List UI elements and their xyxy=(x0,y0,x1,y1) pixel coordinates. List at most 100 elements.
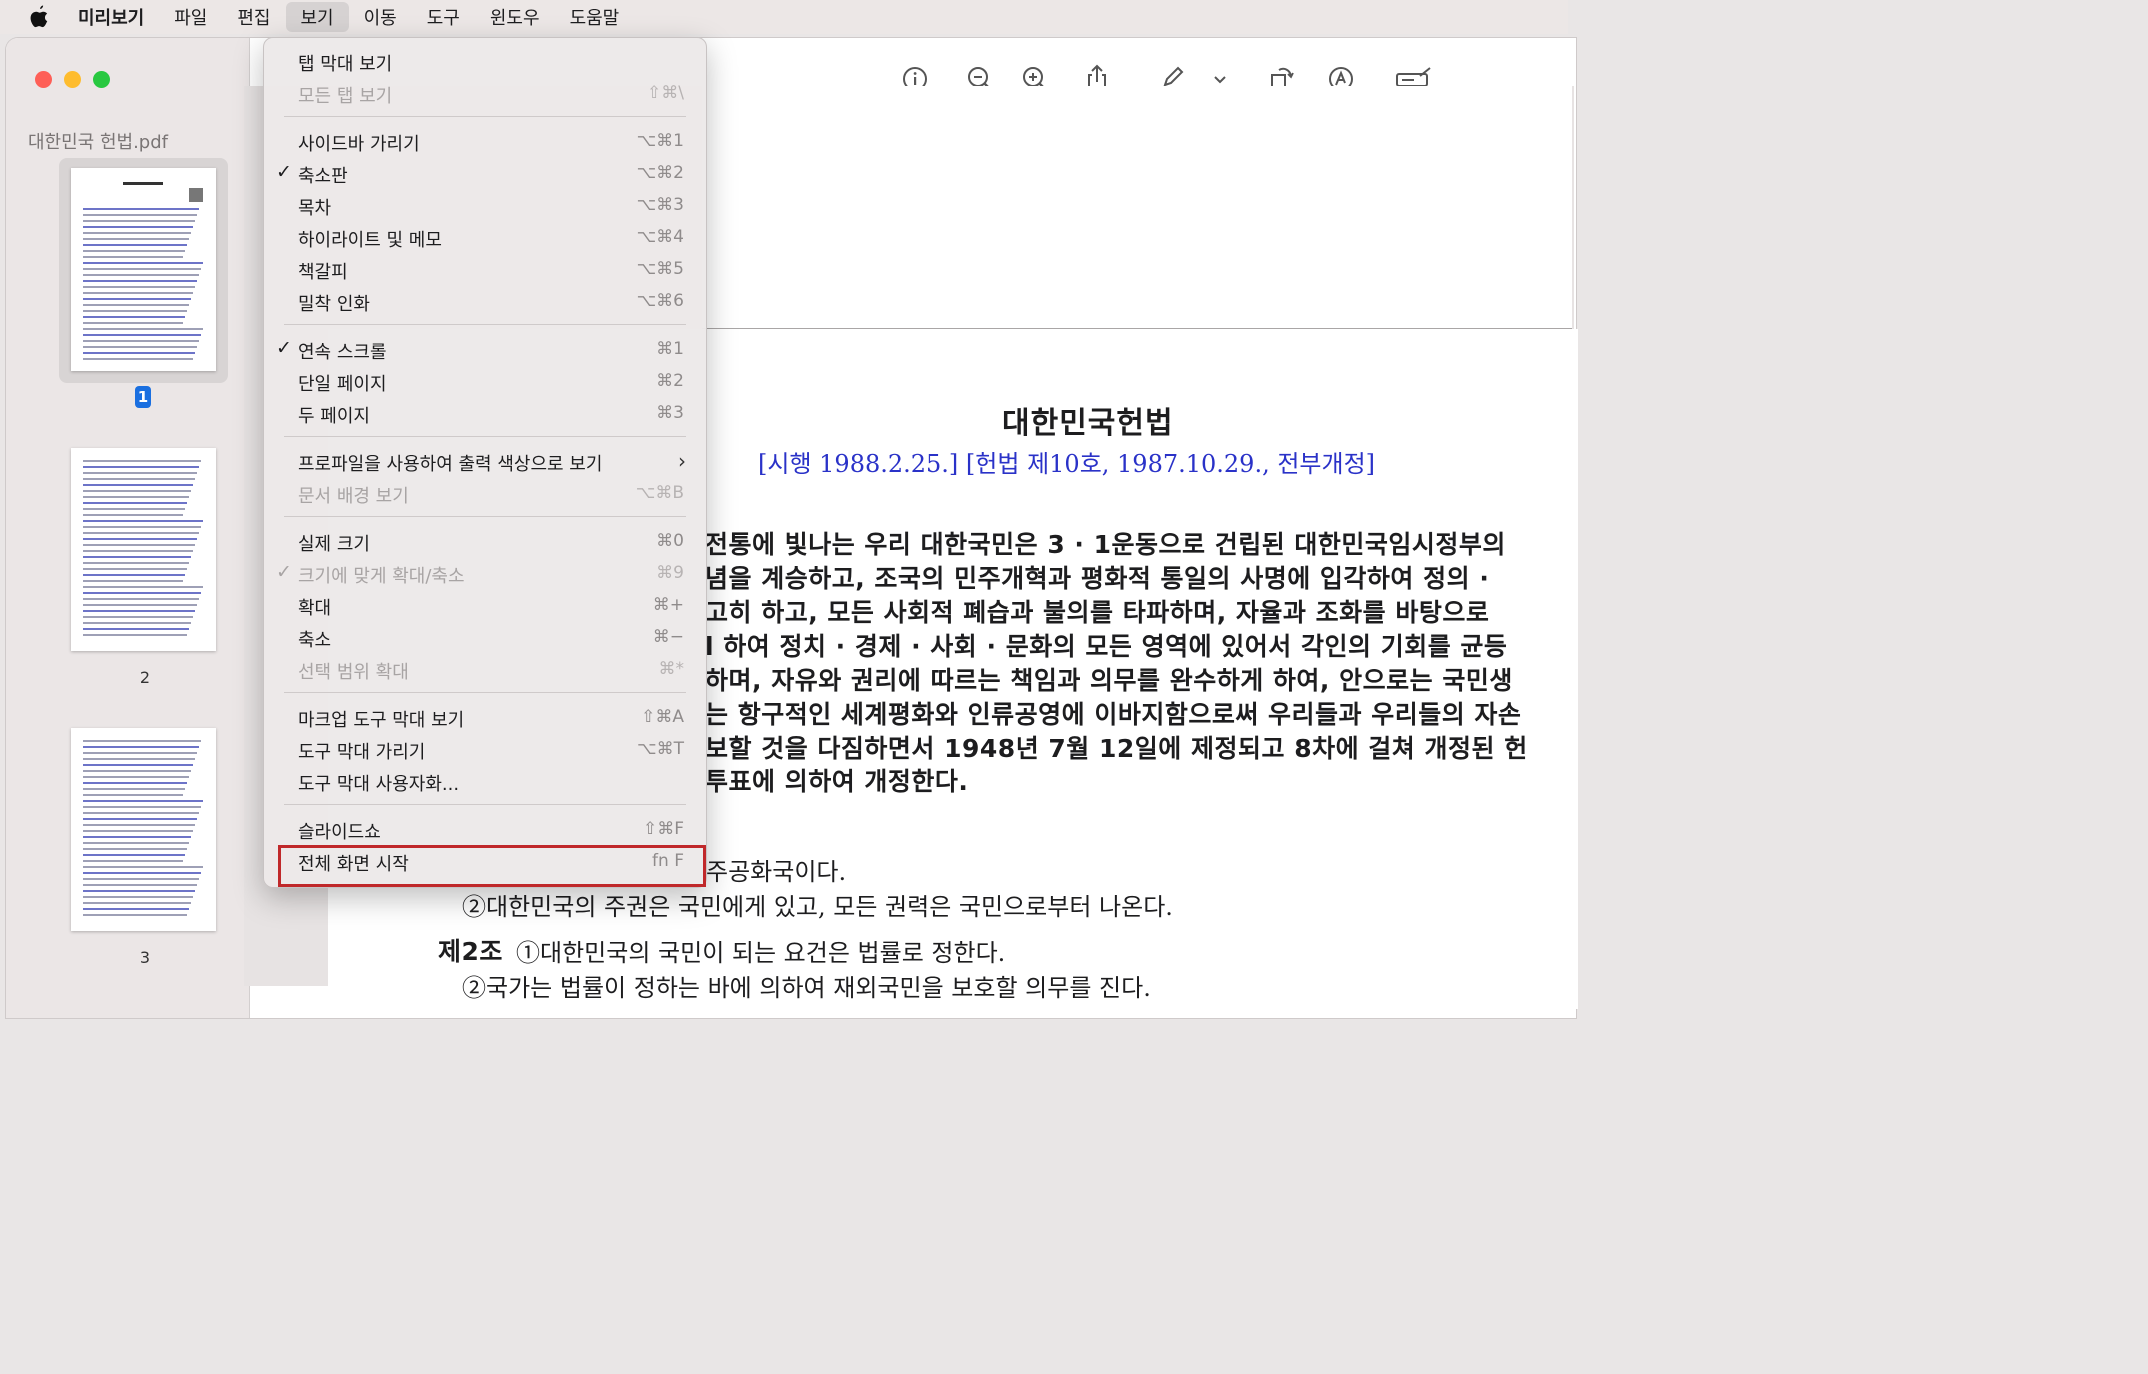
thumbnail-text-line xyxy=(83,346,197,348)
menu-item-zoom-out[interactable]: 축소 ⌘− xyxy=(264,622,706,654)
menu-item-zoom-to-selection: 선택 범위 확대 ⌘* xyxy=(264,654,706,686)
menu-item-customize-toolbar[interactable]: 도구 막대 사용자화... xyxy=(264,766,706,798)
zoom-window-button[interactable] xyxy=(93,71,110,88)
thumbnail-text-line xyxy=(83,316,185,318)
thumbnail-text-line xyxy=(83,818,197,820)
menu-separator xyxy=(284,804,686,805)
thumbnail-text-line xyxy=(83,890,195,892)
apple-icon[interactable] xyxy=(28,4,50,30)
thumbnail-text-line xyxy=(83,824,195,826)
page-thumbnail-3[interactable] xyxy=(71,728,216,931)
menu-item-bookmarks[interactable]: 책갈피 ⌥⌘5 xyxy=(264,254,706,286)
menu-item-show-markup-toolbar[interactable]: 마크업 도구 막대 보기 ⇧⌘A xyxy=(264,702,706,734)
menu-item-highlights-and-notes[interactable]: 하이라이트 및 메모 ⌥⌘4 xyxy=(264,222,706,254)
checkmark-icon: ✓ xyxy=(276,561,292,583)
thumbnail-text-line xyxy=(83,878,199,880)
thumbnail-text-line xyxy=(83,472,197,474)
menu-file[interactable]: 파일 xyxy=(159,0,222,34)
thumbnail-text-line xyxy=(83,866,203,868)
menu-item-label: 하이라이트 및 메모 xyxy=(298,230,442,251)
thumbnail-text-line xyxy=(83,268,201,270)
menu-item-shortcut: ⌥⌘2 xyxy=(636,163,684,183)
menu-view[interactable]: 보기 xyxy=(285,2,349,32)
article-2-label: 제2조 xyxy=(438,937,503,966)
thumbnail-text-line xyxy=(83,740,201,742)
menu-separator xyxy=(284,116,686,117)
menu-separator xyxy=(284,436,686,437)
menu-separator xyxy=(284,692,686,693)
minimize-window-button[interactable] xyxy=(64,71,81,88)
menu-item-hide-toolbar[interactable]: 도구 막대 가리기 ⌥⌘T xyxy=(264,734,706,766)
menu-item-label: 두 페이지 xyxy=(298,406,370,427)
thumbnail-text-line xyxy=(83,902,191,904)
menu-item-hide-sidebar[interactable]: 사이드바 가리기 ⌥⌘1 xyxy=(264,126,706,158)
menu-preview[interactable]: 미리보기 xyxy=(74,0,159,34)
preamble-line: 전통에 빛나는 우리 대한국민은 3 · 1운동으로 건립된 대한민국임시정부의 xyxy=(705,530,1506,559)
menu-item-shortcut: ⇧⌘F xyxy=(642,819,684,839)
menu-item-thumbnails[interactable]: ✓ 축소판 ⌥⌘2 xyxy=(264,158,706,190)
menu-item-label: 단일 페이지 xyxy=(298,374,387,395)
document-title: 대한민국 헌법.pdf xyxy=(28,132,168,153)
page-number-1: 1 xyxy=(135,386,151,408)
menu-item-show-tab-bar[interactable]: 탭 막대 보기 xyxy=(264,46,706,78)
menu-item-shortcut: ⌥⌘5 xyxy=(636,259,684,279)
article-2-clause-1: ①대한민국의 국민이 되는 요건은 법률로 정한다. xyxy=(516,939,1006,967)
menu-item-two-pages[interactable]: 두 페이지 ⌘3 xyxy=(264,398,706,430)
thumbnail-text-line xyxy=(83,908,189,910)
menu-item-table-of-contents[interactable]: 목차 ⌥⌘3 xyxy=(264,190,706,222)
menu-item-zoom-in[interactable]: 확대 ⌘+ xyxy=(264,590,706,622)
menu-window[interactable]: 윈도우 xyxy=(475,0,555,34)
menu-item-label: 슬라이드쇼 xyxy=(298,822,381,843)
page-number-2: 2 xyxy=(139,668,151,687)
page-number-3: 3 xyxy=(139,948,151,967)
menu-item-label: 도구 막대 사용자화... xyxy=(298,774,460,795)
menu-item-shortcut: ⌥⌘1 xyxy=(636,131,684,151)
thumbnail-text-line xyxy=(83,274,199,276)
checkmark-icon: ✓ xyxy=(276,337,292,359)
menu-item-label: 모든 탭 보기 xyxy=(298,86,393,107)
thumbnail-text-line xyxy=(83,226,193,228)
menu-separator xyxy=(284,516,686,517)
thumbnail-text-line xyxy=(83,794,183,796)
menu-item-actual-size[interactable]: 실제 크기 ⌘0 xyxy=(264,526,706,558)
pdf-subtitle: [시행 1988.2.25.] [헌법 제10호, 1987.10.29., 전… xyxy=(758,450,1376,478)
menu-item-continuous-scroll[interactable]: ✓ 연속 스크롤 ⌘1 xyxy=(264,334,706,366)
menu-item-shortcut: ⌘2 xyxy=(656,371,684,391)
thumbnail-text-line xyxy=(83,256,183,258)
menubar: 미리보기 파일 편집 보기 이동 도구 윈도우 도움말 xyxy=(0,0,1568,34)
thumbnail-text-line xyxy=(83,812,199,814)
menu-item-single-page[interactable]: 단일 페이지 ⌘2 xyxy=(264,366,706,398)
page-thumbnail-2[interactable] xyxy=(71,448,216,651)
menu-item-shortcut: ⌘9 xyxy=(656,563,684,583)
menu-item-slideshow[interactable]: 슬라이드쇼 ⇧⌘F xyxy=(264,814,706,846)
menu-separator xyxy=(284,324,686,325)
thumbnail-text-line xyxy=(83,770,191,772)
thumbnail-text-line xyxy=(83,860,183,862)
thumbnail-text-line xyxy=(83,292,193,294)
thumbnail-text-line xyxy=(83,214,197,216)
preamble-line: 투표에 의하여 개정한다. xyxy=(705,767,969,796)
page-thumbnail-1[interactable] xyxy=(71,168,216,371)
thumbnail-text-line xyxy=(83,250,185,252)
menu-item-show-document-background: 문서 배경 보기 ⌥⌘B xyxy=(264,478,706,510)
thumbnail-text-line xyxy=(83,232,191,234)
thumbnail-text-line xyxy=(83,310,187,312)
view-menu-dropdown: 탭 막대 보기 모든 탭 보기 ⇧⌘\ 사이드바 가리기 ⌥⌘1 ✓ 축소판 ⌥⌘2 목차 ⌥⌘3… xyxy=(263,37,707,888)
menu-tools[interactable]: 도구 xyxy=(412,0,475,34)
checkmark-icon: ✓ xyxy=(276,161,292,183)
menu-item-label: 크기에 맞게 확대/축소 xyxy=(298,566,465,587)
menu-edit[interactable]: 편집 xyxy=(222,0,285,34)
menu-item-soft-proof-with-profile[interactable]: 프로파일을 사용하여 출력 색상으로 보기 › xyxy=(264,446,706,478)
menu-help[interactable]: 도움말 xyxy=(555,0,635,34)
menu-item-label: 선택 범위 확대 xyxy=(298,662,409,683)
menu-item-label: 실제 크기 xyxy=(298,534,370,555)
menu-item-shortcut: ⌥⌘T xyxy=(637,739,684,759)
thumbnail-text-line xyxy=(83,478,195,480)
thumbnail-text-line xyxy=(83,848,187,850)
menu-go[interactable]: 이동 xyxy=(349,0,412,34)
close-window-button[interactable] xyxy=(35,71,52,88)
menu-item-contact-sheet[interactable]: 밀착 인화 ⌥⌘6 xyxy=(264,286,706,318)
menu-item-show-all-tabs: 모든 탭 보기 ⇧⌘\ xyxy=(264,78,706,110)
thumbnail-text-line xyxy=(83,526,201,528)
thumbnail-text-line xyxy=(83,884,197,886)
